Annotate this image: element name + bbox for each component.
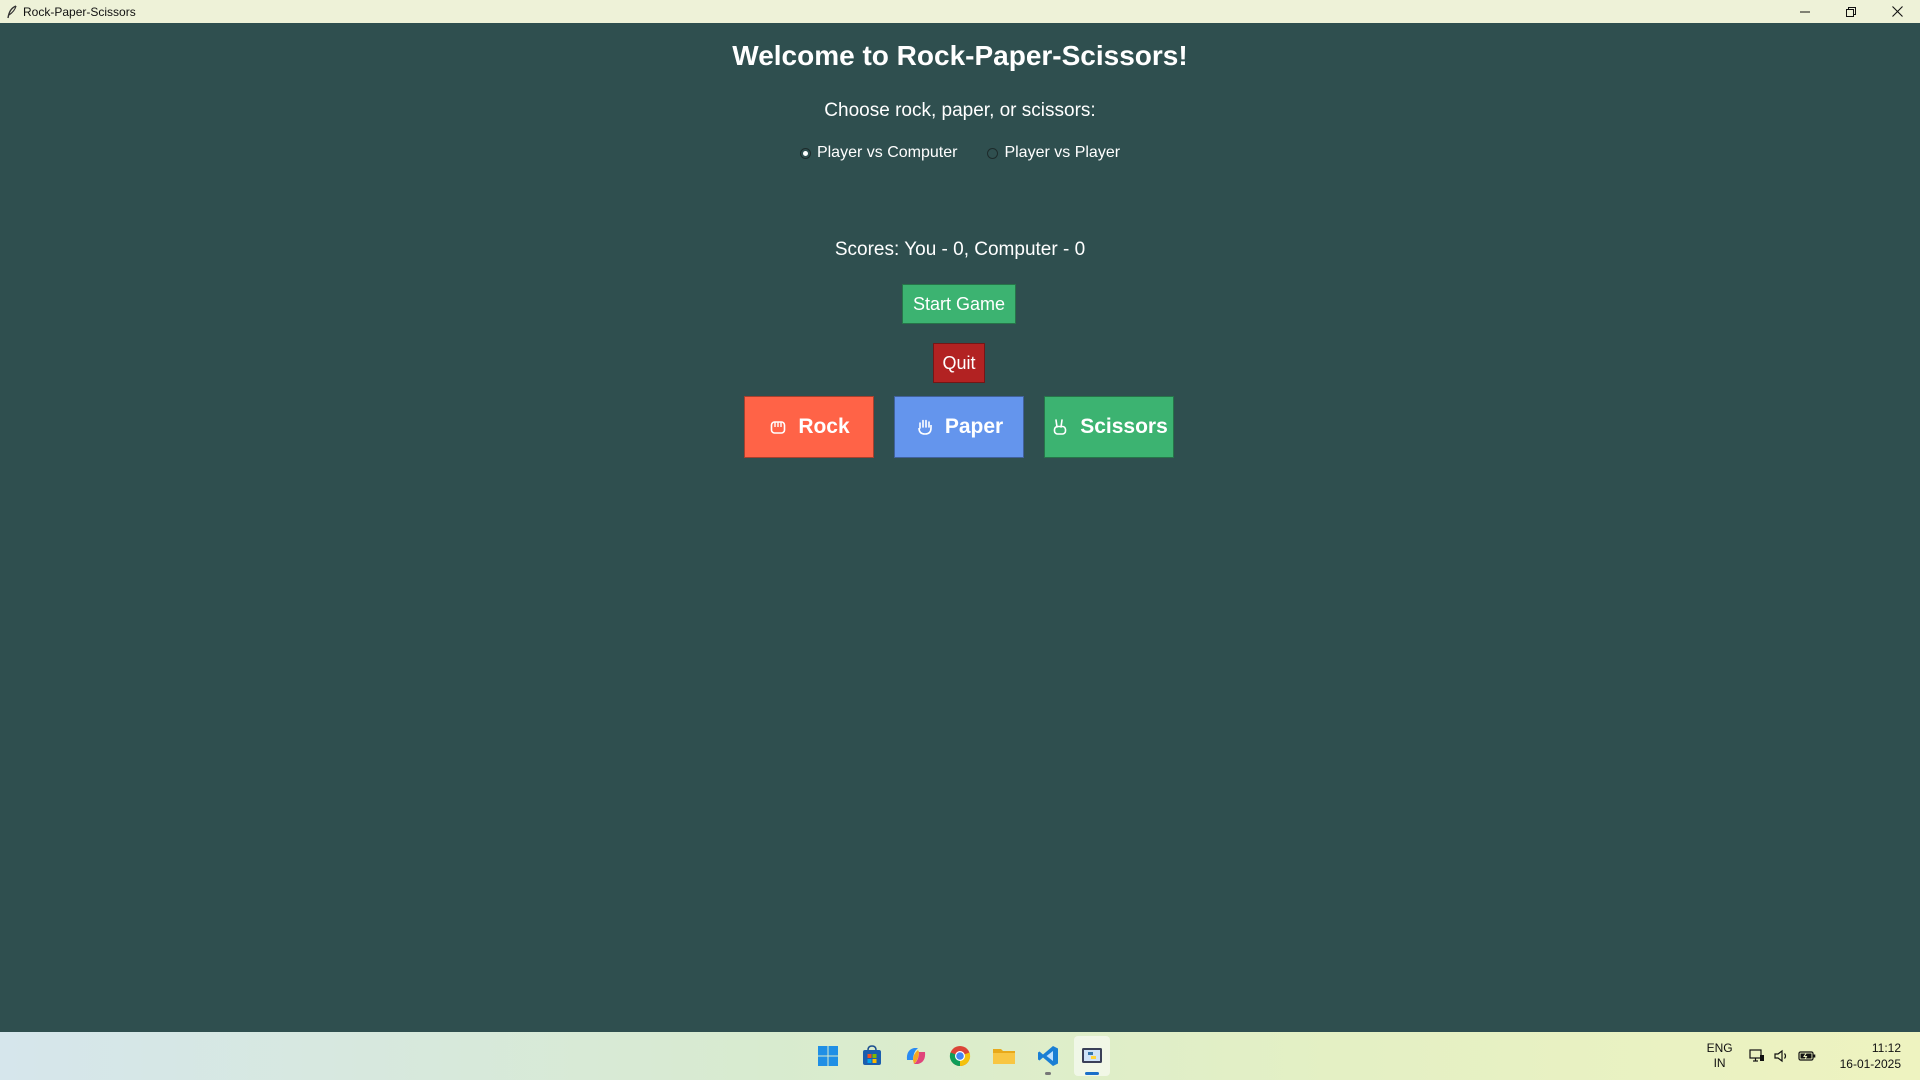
language-label: ENG (1706, 1041, 1733, 1055)
window-title: Rock-Paper-Scissors (23, 4, 136, 19)
close-button[interactable] (1874, 0, 1920, 23)
peace-hand-icon (1050, 417, 1070, 437)
time-label: 11:12 (1871, 1041, 1901, 1055)
region-label: IN (1713, 1056, 1726, 1070)
vscode-icon[interactable] (1030, 1036, 1066, 1076)
game-window: Welcome to Rock-Paper-Scissors! Choose r… (0, 23, 1920, 1032)
start-icon[interactable] (810, 1036, 846, 1076)
radio-selected[interactable] (799, 147, 811, 159)
store-icon[interactable] (854, 1036, 890, 1076)
taskbar: ENG IN 11:12 16-01-2025 (0, 1032, 1920, 1080)
file-explorer-icon[interactable] (986, 1036, 1022, 1076)
title-bar: Rock-Paper-Scissors (0, 0, 1920, 23)
copilot-icon[interactable] (898, 1036, 934, 1076)
battery-icon[interactable] (1797, 1046, 1817, 1066)
clock[interactable]: 11:12 16-01-2025 (1840, 1040, 1901, 1072)
quit-button[interactable]: Quit (933, 343, 985, 383)
mode-label: Player vs Player (1004, 144, 1121, 161)
open-hand-icon (915, 417, 935, 437)
mode-label: Player vs Computer (816, 144, 958, 161)
python-icon[interactable] (1074, 1036, 1110, 1076)
close-icon (1891, 6, 1903, 17)
score-display: Scores: You - 0, Computer - 0 (834, 239, 1086, 260)
choose-prompt: Choose rock, paper, or scissors: (824, 100, 1096, 121)
radio-unselected[interactable] (987, 147, 999, 159)
mode-selector: Player vs Computer Player vs Player (0, 144, 1920, 162)
minimize-icon (1800, 11, 1810, 12)
start-game-button[interactable]: Start Game (902, 284, 1016, 324)
fist-icon (768, 417, 788, 437)
feather-icon (4, 4, 20, 20)
paper-label: Paper (944, 415, 1004, 438)
restore-icon (1846, 6, 1856, 17)
paper-button[interactable]: Paper (894, 396, 1024, 458)
scissors-label: Scissors (1080, 415, 1168, 438)
mode-player-vs-computer[interactable]: Player vs Computer (799, 144, 958, 162)
date-label: 16-01-2025 (1839, 1057, 1901, 1071)
rock-label: Rock (798, 415, 850, 438)
chrome-icon[interactable] (942, 1036, 978, 1076)
language-indicator[interactable]: ENG IN (1707, 1041, 1733, 1071)
volume-icon[interactable] (1772, 1046, 1792, 1066)
system-tray: ENG IN 11:12 16-01-2025 (1707, 1032, 1920, 1080)
rock-button[interactable]: Rock (744, 396, 874, 458)
page-title: Welcome to Rock-Paper-Scissors! (732, 40, 1188, 71)
restore-button[interactable] (1828, 0, 1874, 23)
minimize-button[interactable] (1782, 0, 1828, 23)
mode-player-vs-player[interactable]: Player vs Player (987, 144, 1120, 162)
network-icon[interactable] (1747, 1046, 1767, 1066)
scissors-button[interactable]: Scissors (1044, 396, 1174, 458)
